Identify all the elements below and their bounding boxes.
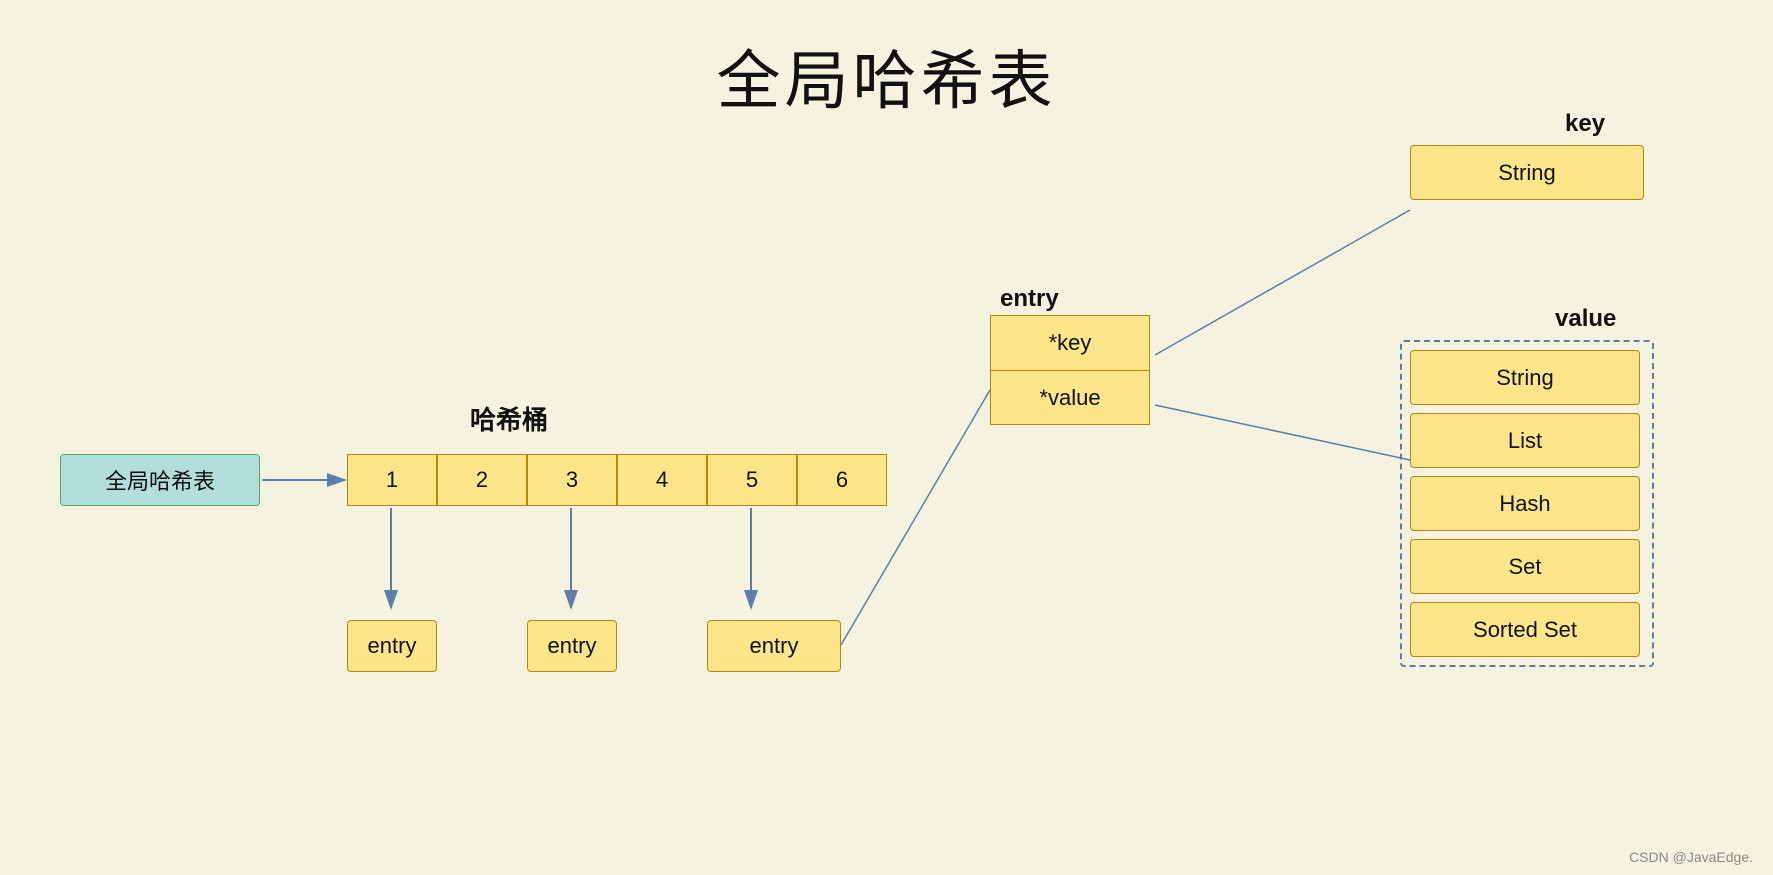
entry-key-row: *key xyxy=(990,315,1150,370)
bucket-cell-6: 6 xyxy=(797,454,887,506)
bucket-row: 1 2 3 4 5 6 xyxy=(347,454,887,506)
bucket-cell-4: 4 xyxy=(617,454,707,506)
value-hash-box: Hash xyxy=(1410,476,1640,531)
entry-detail-label: entry xyxy=(1000,285,1059,313)
value-types-container: String List Hash Set Sorted Set xyxy=(1400,340,1654,667)
value-sorted-set-box: Sorted Set xyxy=(1410,602,1640,657)
key-label: key xyxy=(1565,110,1605,138)
bucket-label: 哈希桶 xyxy=(470,400,548,437)
diagram-container: 全局哈希表 全局哈希表 哈希桶 1 2 3 4 xyxy=(0,0,1773,875)
value-set-box: Set xyxy=(1410,539,1640,594)
entry-box-2: entry xyxy=(527,620,617,672)
entry-value-row: *value xyxy=(990,370,1150,425)
bucket-cell-5: 5 xyxy=(707,454,797,506)
entry-box-1: entry xyxy=(347,620,437,672)
key-string-box: String xyxy=(1410,145,1644,200)
watermark: CSDN @JavaEdge. xyxy=(1629,849,1753,865)
entry-detail: *key *value xyxy=(990,315,1150,425)
value-label: value xyxy=(1555,305,1616,333)
page-title: 全局哈希表 xyxy=(0,0,1773,122)
bucket-cell-2: 2 xyxy=(437,454,527,506)
global-hash-label: 全局哈希表 xyxy=(60,454,260,506)
bucket-cell-1: 1 xyxy=(347,454,437,506)
value-list-box: List xyxy=(1410,413,1640,468)
value-string-box: String xyxy=(1410,350,1640,405)
entry-box-3: entry xyxy=(707,620,841,672)
bucket-cell-3: 3 xyxy=(527,454,617,506)
